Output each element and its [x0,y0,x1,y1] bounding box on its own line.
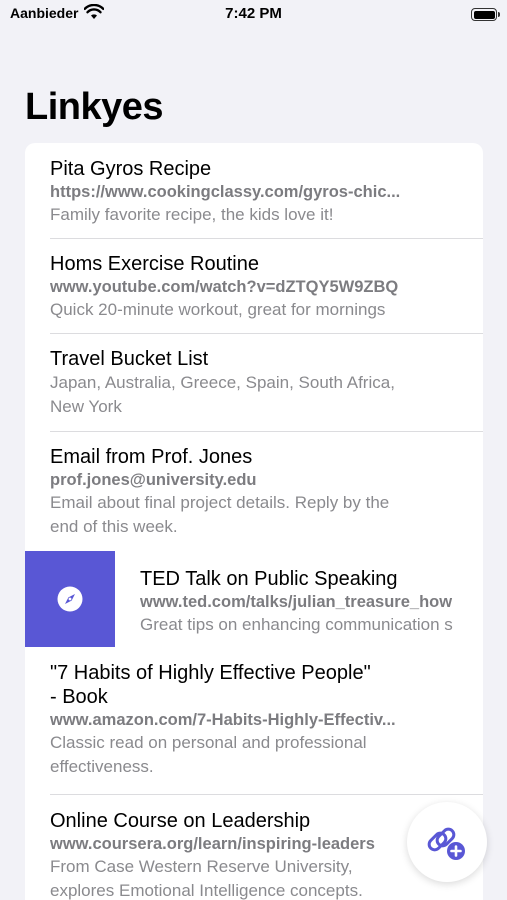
item-note: Family favorite recipe, the kids love it… [50,205,334,224]
item-title-line: "7 Habits of Highly Effective People" [50,662,371,684]
item-note-line: explores Emotional Intelligence concepts… [50,881,363,900]
list-item[interactable]: Pita Gyros Recipe https://www.cookingcla… [25,143,483,238]
add-link-icon [427,827,465,860]
list-item-swiped[interactable]: TED Talk on Public Speaking www.ted.com/… [25,551,483,647]
item-url: www.ted.com/talks/julian_treasure_how [140,593,453,611]
status-bar: Aanbieder 7:42 PM [0,0,507,30]
list-item[interactable]: Email from Prof. Jones prof.jones@univer… [25,432,483,551]
battery-icon [471,8,497,21]
item-url: www.youtube.com/watch?v=dZTQY5W9ZBQ [50,278,399,296]
item-note: Great tips on enhancing communication s [140,615,453,634]
item-title: Email from Prof. Jones [50,446,253,468]
compass-icon [57,586,83,612]
item-title: Homs Exercise Routine [50,253,259,275]
list-item[interactable]: Travel Bucket List Japan, Australia, Gre… [25,334,483,431]
item-note-line: Email about final project details. Reply… [50,493,390,512]
item-note-line: effectiveness. [50,757,154,776]
clock: 7:42 PM [225,5,282,22]
item-title-line: - Book [50,686,108,708]
item-url: https://www.cookingclassy.com/gyros-chic… [50,183,401,201]
add-link-button[interactable] [407,802,487,882]
list-item[interactable]: "7 Habits of Highly Effective People" - … [25,647,483,794]
page-title: Linkyes [25,86,164,128]
item-title: Pita Gyros Recipe [50,158,212,180]
item-note-line: end of this week. [50,517,178,536]
item-url: www.amazon.com/7-Habits-Highly-Effectiv.… [50,711,396,729]
item-title: TED Talk on Public Speaking [140,568,398,590]
item-url: prof.jones@university.edu [50,471,257,489]
open-link-action-button[interactable] [25,551,115,647]
item-title: Travel Bucket List [50,348,209,370]
item-note-line: Japan, Australia, Greece, Spain, South A… [50,373,395,392]
item-note-line: New York [50,397,122,416]
item-note: Quick 20-minute workout, great for morni… [50,300,386,319]
list-item[interactable]: Homs Exercise Routine www.youtube.com/wa… [25,239,483,334]
item-note-line: Classic read on personal and professiona… [50,733,367,752]
links-list: Pita Gyros Recipe https://www.cookingcla… [25,143,483,900]
